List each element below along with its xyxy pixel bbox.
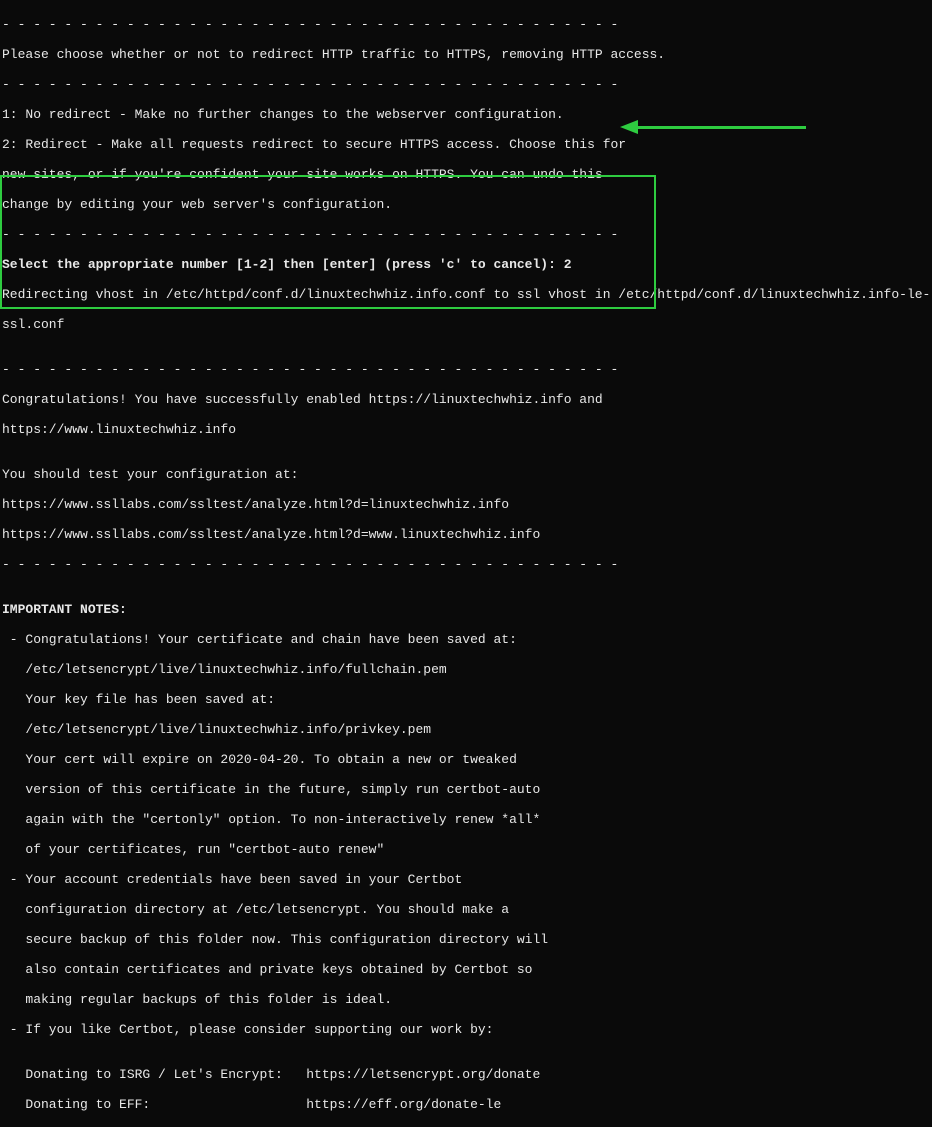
note-line: of your certificates, run "certbot-auto … — [2, 842, 932, 857]
note-line: configuration directory at /etc/letsencr… — [2, 902, 932, 917]
redirect-msg-1: Redirecting vhost in /etc/httpd/conf.d/l… — [2, 287, 932, 302]
donate-line: Donating to EFF: https://eff.org/donate-… — [2, 1097, 932, 1112]
option-2-line2: new sites, or if you're confident your s… — [2, 167, 932, 182]
dashes: - - - - - - - - - - - - - - - - - - - - … — [2, 17, 932, 32]
note-line: /etc/letsencrypt/live/linuxtechwhiz.info… — [2, 662, 932, 677]
test-line2: https://www.ssllabs.com/ssltest/analyze.… — [2, 497, 932, 512]
donate-line: Donating to ISRG / Let's Encrypt: https:… — [2, 1067, 932, 1082]
terminal-output: - - - - - - - - - - - - - - - - - - - - … — [0, 0, 932, 1127]
dashes: - - - - - - - - - - - - - - - - - - - - … — [2, 557, 932, 572]
dashes: - - - - - - - - - - - - - - - - - - - - … — [2, 362, 932, 377]
intro-text: Please choose whether or not to redirect… — [2, 47, 932, 62]
note-line: - Congratulations! Your certificate and … — [2, 632, 932, 647]
note-line: making regular backups of this folder is… — [2, 992, 932, 1007]
note-line: again with the "certonly" option. To non… — [2, 812, 932, 827]
note-line: also contain certificates and private ke… — [2, 962, 932, 977]
note-line: - Your account credentials have been sav… — [2, 872, 932, 887]
test-line3: https://www.ssllabs.com/ssltest/analyze.… — [2, 527, 932, 542]
note-line: secure backup of this folder now. This c… — [2, 932, 932, 947]
select-prompt[interactable]: Select the appropriate number [1-2] then… — [2, 257, 932, 272]
dashes: - - - - - - - - - - - - - - - - - - - - … — [2, 227, 932, 242]
note-line: Your cert will expire on 2020-04-20. To … — [2, 752, 932, 767]
congrats-line1: Congratulations! You have successfully e… — [2, 392, 932, 407]
note-line: Your key file has been saved at: — [2, 692, 932, 707]
option-2-line1: 2: Redirect - Make all requests redirect… — [2, 137, 932, 152]
option-1: 1: No redirect - Make no further changes… — [2, 107, 932, 122]
note-line: /etc/letsencrypt/live/linuxtechwhiz.info… — [2, 722, 932, 737]
option-2-line3: change by editing your web server's conf… — [2, 197, 932, 212]
congrats-line2: https://www.linuxtechwhiz.info — [2, 422, 932, 437]
redirect-msg-2: ssl.conf — [2, 317, 932, 332]
important-notes-header: IMPORTANT NOTES: — [2, 602, 932, 617]
test-line1: You should test your configuration at: — [2, 467, 932, 482]
dashes: - - - - - - - - - - - - - - - - - - - - … — [2, 77, 932, 92]
note-line: version of this certificate in the futur… — [2, 782, 932, 797]
note-line: - If you like Certbot, please consider s… — [2, 1022, 932, 1037]
